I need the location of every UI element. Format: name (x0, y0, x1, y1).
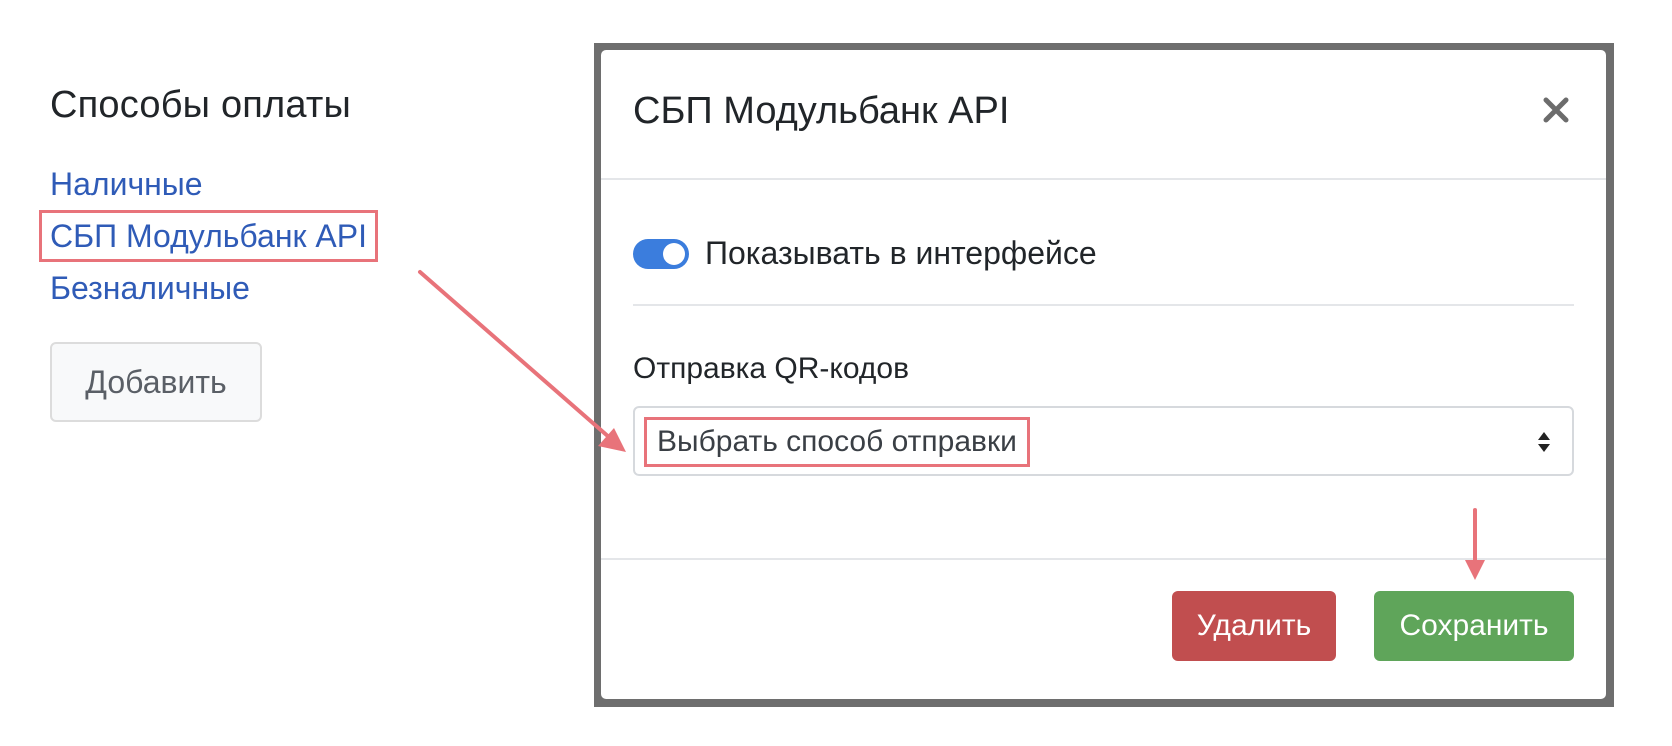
page-title: Способы оплаты (50, 84, 352, 126)
save-button[interactable]: Сохранить (1374, 591, 1574, 661)
payment-method-sbp[interactable]: СБП Модульбанк API (39, 210, 378, 262)
payment-method-cash[interactable]: Наличные (50, 158, 410, 210)
select-caret-icon (1538, 432, 1550, 452)
modal-backdrop-frame: СБП Модульбанк API Показывать в интерфей… (594, 43, 1614, 707)
show-in-interface-label: Показывать в интерфейсе (705, 235, 1097, 271)
qr-sending-select-value: Выбрать способ отправки (644, 417, 1030, 467)
close-button[interactable] (1536, 90, 1576, 130)
divider (633, 304, 1574, 306)
close-icon (1543, 97, 1569, 123)
payment-method-cashless[interactable]: Безналичные (50, 262, 410, 314)
modal-header: СБП Модульбанк API (601, 50, 1606, 180)
show-in-interface-row: Показывать в интерфейсе (633, 235, 1097, 272)
qr-sending-select[interactable]: Выбрать способ отправки (633, 406, 1574, 476)
modal-body: Показывать в интерфейсе Отправка QR-кодо… (601, 180, 1606, 560)
add-payment-method-button[interactable]: Добавить (50, 342, 262, 422)
payment-methods-panel: Способы оплаты Наличные СБП Модульбанк A… (39, 82, 410, 422)
delete-button[interactable]: Удалить (1172, 591, 1336, 661)
show-in-interface-toggle[interactable] (633, 238, 689, 269)
qr-sending-label: Отправка QR-кодов (633, 352, 910, 385)
modal-title: СБП Модульбанк API (633, 90, 1010, 132)
payment-methods-list: Наличные СБП Модульбанк API Безналичные (39, 158, 410, 314)
modal-footer: Удалить Сохранить (601, 560, 1606, 700)
payment-method-modal: СБП Модульбанк API Показывать в интерфей… (601, 50, 1606, 699)
toggle-knob (663, 242, 685, 265)
